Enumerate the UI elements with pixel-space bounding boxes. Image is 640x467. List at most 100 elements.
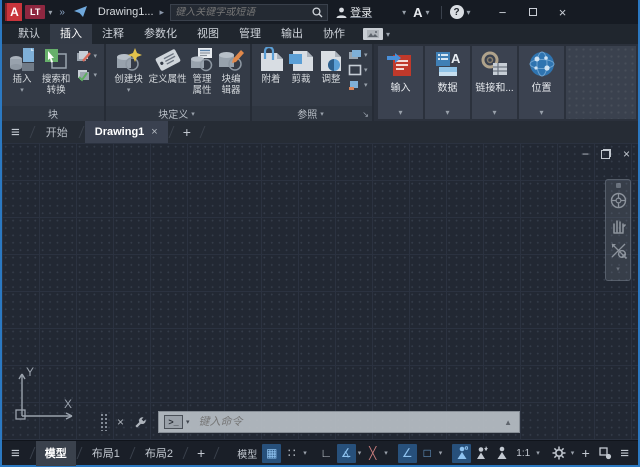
chevron-down-icon[interactable]: ▾ [20, 86, 24, 97]
new-layout-button[interactable]: + [189, 445, 213, 461]
navigation-bar[interactable]: ▾ [605, 179, 631, 281]
pan-hand-icon[interactable] [610, 217, 626, 234]
help-button[interactable]: ? ▾ [450, 5, 474, 19]
sync-attributes-button[interactable]: ▾ [76, 68, 100, 82]
object-snap-tracking-toggle[interactable]: ╳ [363, 444, 382, 463]
import-panel-button[interactable]: 输入 ▾ [378, 46, 423, 119]
title-flyout-icon[interactable]: ▸ [160, 7, 165, 18]
chevron-down-icon[interactable]: ▾ [570, 449, 576, 457]
chevron-down-icon[interactable]: ▾ [438, 449, 444, 457]
command-close-icon[interactable]: × [117, 415, 124, 429]
frames-button[interactable]: ▾ [348, 64, 371, 76]
tab-drawing1[interactable]: Drawing1 × [85, 121, 168, 143]
command-line-palette[interactable]: × >_ ▾ ▲ [100, 410, 520, 434]
tab-view[interactable]: 视图 [187, 24, 229, 44]
2d-object-snap-toggle[interactable]: □ [418, 444, 437, 463]
new-drawing-button[interactable]: + [175, 124, 199, 140]
chevron-down-icon[interactable]: ▾ [93, 52, 97, 60]
attach-button[interactable]: 附着 [257, 47, 285, 106]
tab-parametric[interactable]: 参数化 [134, 24, 187, 44]
chevron-down-icon[interactable]: ▾ [386, 30, 390, 39]
annotation-all-visible-toggle[interactable] [492, 444, 511, 463]
annotation-visibility-toggle[interactable] [452, 444, 471, 463]
tab-annotate[interactable]: 注释 [92, 24, 134, 44]
zoom-extents-icon[interactable] [610, 242, 627, 259]
sign-in-button[interactable]: 登录 [336, 4, 372, 20]
tab-output[interactable]: 输出 [271, 24, 313, 44]
grid-toggle[interactable]: ▦ [262, 444, 281, 463]
panel-block-title[interactable]: 块 [2, 106, 104, 121]
command-prompt-icon[interactable]: >_ [164, 415, 183, 429]
chevron-down-icon[interactable]: ▾ [616, 265, 620, 273]
tab-manage[interactable]: 管理 [229, 24, 271, 44]
search-icon[interactable] [312, 7, 323, 18]
quick-access-expand-icon[interactable]: » [59, 7, 64, 18]
drawing-canvas[interactable]: − × ▾ [2, 143, 638, 440]
chevron-down-icon[interactable]: ▾ [364, 51, 368, 59]
command-input[interactable] [199, 416, 505, 428]
ortho-toggle[interactable]: ∟ [317, 444, 336, 463]
insert-block-button[interactable]: 插入 ▾ [7, 47, 37, 106]
snap-to-underlay-button[interactable]: ▾ [348, 79, 371, 91]
command-input-field[interactable]: >_ ▾ ▲ [158, 411, 520, 433]
close-button[interactable]: × [548, 0, 578, 24]
adjust-button[interactable]: 调整 [317, 47, 345, 106]
drawing-minimize-button[interactable]: − [582, 147, 589, 161]
model-space-toggle[interactable]: 模型 [233, 444, 261, 463]
workspace-switch-button[interactable] [550, 444, 569, 463]
ribbon-image-button[interactable]: ▾ [363, 28, 393, 40]
autocad-logo-icon[interactable]: A [5, 3, 22, 21]
autodesk-app-button[interactable]: A ▾ [413, 5, 432, 20]
navigation-wheel-icon[interactable] [610, 192, 627, 209]
panel-block-definition-title[interactable]: 块定义 ▾ [106, 106, 250, 121]
block-editor-button[interactable]: 块编辑器 [217, 47, 245, 106]
share-icon[interactable] [74, 6, 88, 18]
tab-model[interactable]: 模型 [36, 441, 76, 466]
underlay-layers-button[interactable]: ▾ [348, 49, 371, 61]
tab-start[interactable]: 开始 [36, 121, 78, 143]
chevron-down-icon[interactable]: ▾ [535, 449, 541, 457]
polar-tracking-toggle[interactable]: ∡ [337, 444, 356, 463]
annotation-autoscale-toggle[interactable] [472, 444, 491, 463]
maximize-button[interactable] [518, 0, 548, 24]
command-history-up-icon[interactable]: ▲ [504, 418, 512, 427]
tab-layout2[interactable]: 布局2 [136, 441, 182, 466]
help-search-box[interactable] [170, 4, 328, 21]
data-panel-button[interactable]: A 数据 ▾ [425, 46, 470, 119]
chevron-down-icon[interactable]: ▾ [364, 66, 368, 74]
manage-attributes-button[interactable]: 管理属性 [189, 47, 215, 106]
customization-menu-icon[interactable]: ≡ [616, 445, 633, 462]
command-grip-handle[interactable] [100, 413, 108, 431]
location-panel-button[interactable]: 位置 ▾ [519, 46, 564, 119]
clip-button[interactable]: 剪裁 [287, 47, 315, 106]
tab-default[interactable]: 默认 [8, 24, 50, 44]
layout-menu-icon[interactable]: ≡ [2, 445, 29, 462]
link-extract-panel-button[interactable]: 链接和... ▾ [472, 46, 517, 119]
annotation-scale-button[interactable]: 1:1 [512, 444, 534, 463]
edit-attribute-button[interactable]: ▾ [76, 49, 100, 63]
chevron-down-icon[interactable]: ▾ [425, 8, 429, 17]
tab-collaborate[interactable]: 协作 [313, 24, 355, 44]
close-tab-icon[interactable]: × [151, 126, 157, 138]
chevron-down-icon[interactable]: ▾ [467, 8, 471, 17]
chevron-down-icon[interactable]: ▾ [402, 8, 406, 17]
isolate-objects-button[interactable] [596, 444, 615, 463]
chevron-down-icon[interactable]: ▾ [48, 8, 52, 17]
chevron-down-icon[interactable]: ▾ [186, 418, 190, 426]
help-search-input[interactable] [175, 7, 312, 18]
chevron-down-icon[interactable]: ▾ [364, 81, 368, 89]
search-convert-button[interactable]: 搜索和转换 [39, 47, 74, 106]
minimize-button[interactable]: − [488, 0, 518, 24]
drawing-restore-button[interactable] [601, 149, 611, 159]
dialog-launcher-icon[interactable]: ↘ [362, 110, 369, 119]
customize-plus-button[interactable]: + [576, 444, 595, 463]
chevron-down-icon[interactable]: ▾ [357, 449, 363, 457]
chevron-down-icon[interactable]: ▾ [127, 86, 131, 97]
tab-layout1[interactable]: 布局1 [83, 441, 129, 466]
command-customize-wrench-icon[interactable] [134, 416, 147, 429]
chevron-down-icon[interactable]: ▾ [383, 449, 389, 457]
create-block-button[interactable]: 创建块 ▾ [111, 47, 146, 106]
snap-toggle[interactable]: ∷ [282, 444, 301, 463]
object-snap-toggle[interactable]: ∠ [398, 444, 417, 463]
drawing-close-button[interactable]: × [623, 147, 630, 161]
